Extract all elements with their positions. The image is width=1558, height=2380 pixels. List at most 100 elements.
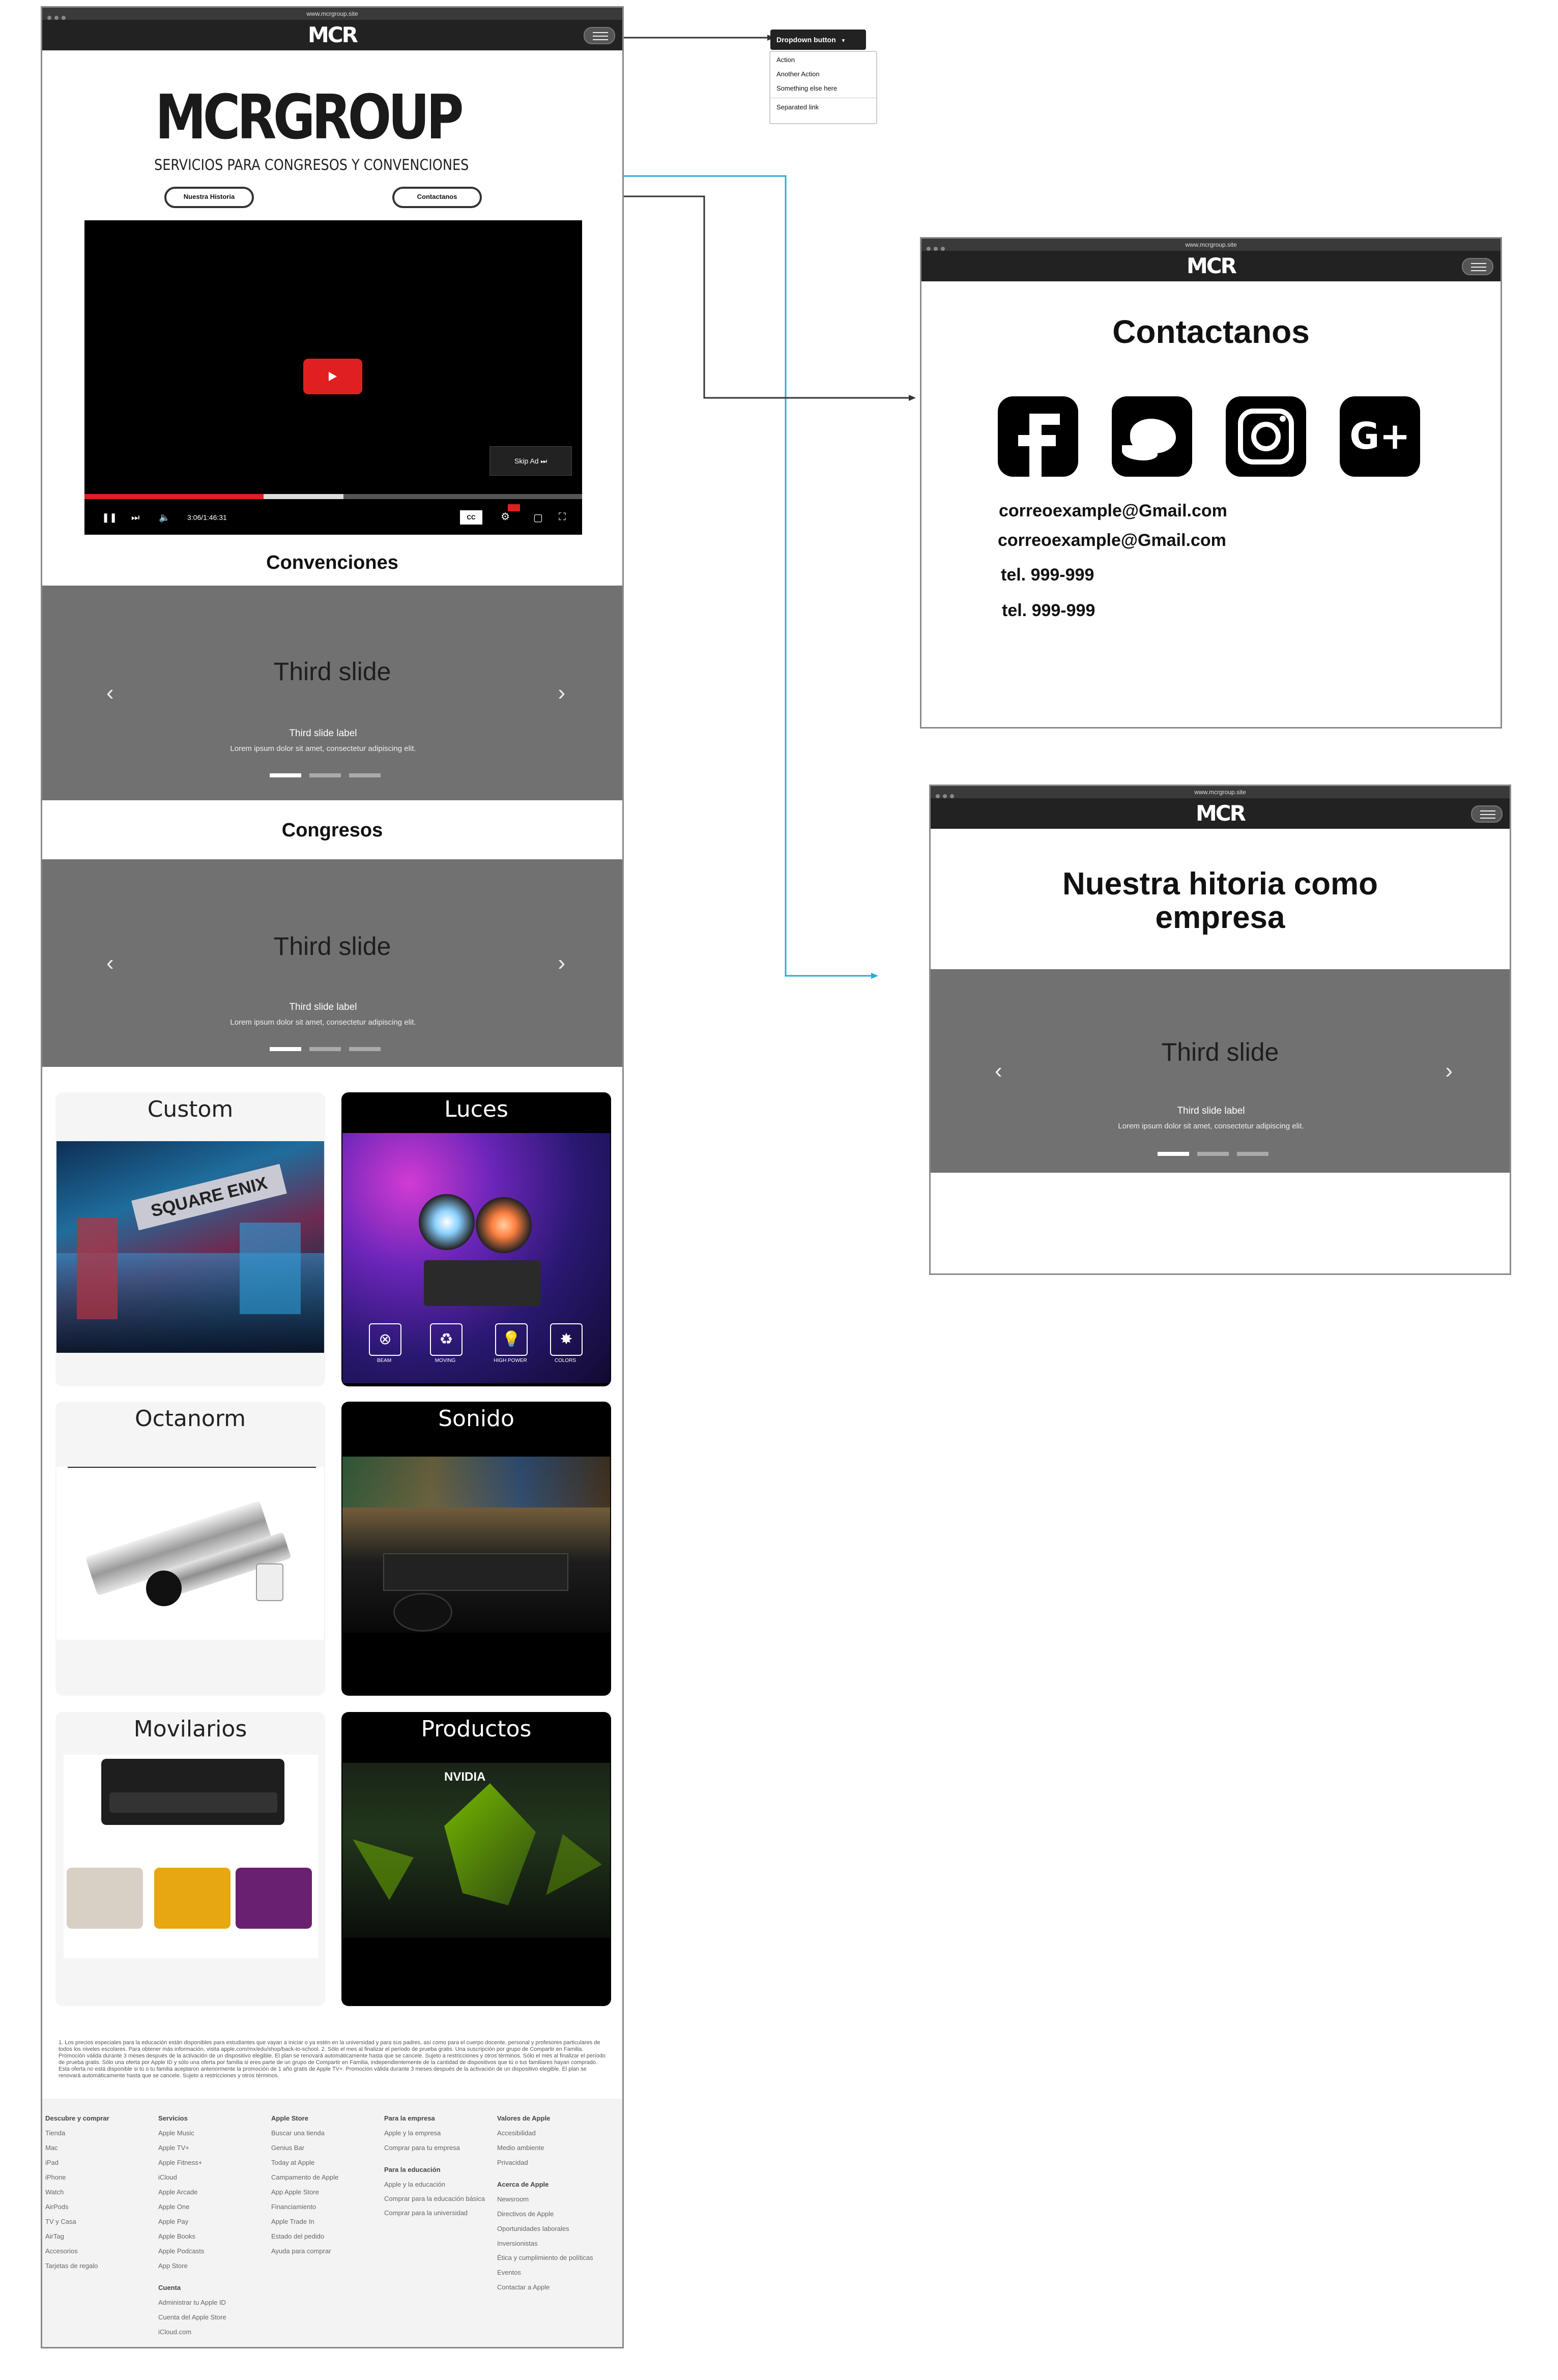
footer-link[interactable]: Comprar para la educación básica	[384, 2192, 486, 2206]
footer-link[interactable]: Apple Music	[158, 2126, 260, 2140]
footer-link[interactable]: iCloud.com	[158, 2325, 260, 2339]
indicator-2[interactable]	[1197, 1152, 1229, 1156]
footer-link[interactable]: AirTag	[45, 2229, 147, 2244]
miniplayer-icon[interactable]: ▢	[533, 511, 543, 524]
footer-link[interactable]: Contactar a Apple	[497, 2280, 599, 2295]
footer-link[interactable]: Buscar una tienda	[271, 2126, 373, 2140]
contact-phone-2[interactable]: tel. 999-999	[1002, 601, 1095, 621]
card-sonido[interactable]: Sonido	[341, 1402, 611, 1696]
dropdown-item[interactable]: Another Action	[770, 67, 876, 81]
facebook-icon[interactable]	[998, 396, 1078, 477]
contact-phone-1[interactable]: tel. 999-999	[1001, 565, 1094, 585]
video-player[interactable]: Skip Ad ⏭ ❚❚ ⏭ 🔈 3:06/1:46:31 CC ⚙ ▢ ⛶	[84, 220, 582, 535]
colors-icon: ✸	[550, 1323, 583, 1356]
card-movilarios[interactable]: Movilarios	[55, 1712, 325, 2006]
indicator-3[interactable]	[349, 1047, 381, 1051]
footer-link[interactable]: iPhone	[45, 2170, 147, 2185]
footer-link[interactable]: Apple One	[158, 2199, 260, 2214]
indicator-3[interactable]	[349, 773, 381, 777]
hd-badge	[508, 504, 520, 511]
footer-link[interactable]: Comprar para tu empresa	[384, 2140, 486, 2155]
footer-link[interactable]: Privacidad	[497, 2155, 599, 2170]
carousel-next-icon[interactable]: ›	[1445, 1058, 1453, 1084]
footer-link[interactable]: Watch	[45, 2185, 147, 2199]
indicator-2[interactable]	[309, 1047, 341, 1051]
footer-link[interactable]: Campamento de Apple	[271, 2170, 373, 2185]
footer-link[interactable]: Apple Podcasts	[158, 2244, 260, 2258]
footer-link[interactable]: iCloud	[158, 2170, 260, 2185]
navbar-logo[interactable]: MCR	[1196, 801, 1246, 826]
footer-link[interactable]: Apple Pay	[158, 2214, 260, 2229]
footer-link[interactable]: Apple Fitness+	[158, 2155, 260, 2170]
video-progress-track[interactable]	[84, 494, 582, 499]
footer-link[interactable]: Inversionistas	[497, 2236, 599, 2251]
dropdown-button[interactable]: Dropdown button ▼	[770, 30, 866, 50]
footer-link[interactable]: Administrar tu Apple ID	[158, 2295, 260, 2310]
footer-link[interactable]: Tarjetas de regalo	[45, 2258, 147, 2273]
footer-link[interactable]: Mac	[45, 2140, 147, 2155]
footer-link[interactable]: Comprar para la universidad	[384, 2206, 486, 2220]
footer-link[interactable]: Eventos	[497, 2265, 599, 2280]
footer-link[interactable]: Estado del pedido	[271, 2229, 373, 2244]
footer-link[interactable]: Ayuda para comprar	[271, 2244, 373, 2258]
hamburger-menu-button[interactable]	[1462, 258, 1493, 275]
footer-link[interactable]: iPad	[45, 2155, 147, 2170]
hamburger-menu-button[interactable]	[584, 27, 615, 44]
footer-link[interactable]: Today at Apple	[271, 2155, 373, 2170]
footer-link[interactable]: Tienda	[45, 2126, 147, 2140]
next-icon[interactable]: ⏭	[131, 512, 139, 523]
carousel-next-icon[interactable]: ›	[558, 950, 565, 976]
indicator-2[interactable]	[309, 773, 341, 777]
skip-ad-button[interactable]: Skip Ad ⏭	[489, 446, 572, 476]
footer-link[interactable]: Accesibilidad	[497, 2126, 599, 2140]
hamburger-menu-button[interactable]	[1471, 805, 1503, 823]
contact-email-1[interactable]: correoexample@Gmail.com	[999, 501, 1227, 521]
footer-link[interactable]: TV y Casa	[45, 2214, 147, 2229]
footer-link[interactable]: Accesorios	[45, 2244, 147, 2258]
indicator-1[interactable]	[270, 773, 301, 777]
volume-icon[interactable]: 🔈	[159, 512, 170, 523]
footer-link[interactable]: Apple Arcade	[158, 2185, 260, 2199]
footer-link[interactable]: Medio ambiente	[497, 2140, 599, 2155]
footer-link[interactable]: Ética y cumplimiento de políticas	[497, 2251, 599, 2265]
footer-link[interactable]: Apple Trade In	[271, 2214, 373, 2229]
navbar-logo[interactable]: MCR	[308, 23, 358, 47]
contact-email-2[interactable]: correoexample@Gmail.com	[998, 531, 1226, 550]
card-productos[interactable]: Productos NVIDIA	[341, 1712, 611, 2006]
footer-link[interactable]: Apple Books	[158, 2229, 260, 2244]
indicator-1[interactable]	[270, 1047, 301, 1051]
card-octanorm[interactable]: Octanorm	[55, 1402, 325, 1696]
settings-icon[interactable]: ⚙	[501, 510, 510, 523]
footer-link[interactable]: Financiamiento	[271, 2199, 373, 2214]
footer-heading: Cuenta	[158, 2284, 181, 2291]
footer-link[interactable]: Apple TV+	[158, 2140, 260, 2155]
twitter-icon[interactable]	[1112, 396, 1192, 477]
play-button[interactable]	[303, 359, 362, 394]
contactanos-button[interactable]: Contactanos	[392, 187, 482, 208]
card-luces[interactable]: Luces ⊗ ♻ 💡 ✸ BEAM MOVING HIGH POWER COL…	[341, 1092, 611, 1386]
footer-link[interactable]: AirPods	[45, 2199, 147, 2214]
footer-link[interactable]: App Apple Store	[271, 2185, 373, 2199]
card-custom[interactable]: Custom SQUARE ENIX	[55, 1092, 325, 1386]
indicator-3[interactable]	[1237, 1152, 1268, 1156]
nuestra-historia-button[interactable]: Nuestra Historia	[164, 187, 254, 208]
footer-link[interactable]: Newsroom	[497, 2192, 599, 2207]
pause-icon[interactable]: ❚❚	[102, 512, 117, 523]
footer-link[interactable]: Directivos de Apple	[497, 2207, 599, 2221]
google-plus-icon[interactable]: G+	[1340, 396, 1420, 477]
instagram-icon[interactable]	[1226, 396, 1306, 477]
dropdown-item[interactable]: Action	[770, 52, 876, 67]
dropdown-item-separated[interactable]: Separated link	[770, 100, 876, 114]
footer-link[interactable]: Apple y la educación	[384, 2177, 486, 2192]
footer-link[interactable]: Apple y la empresa	[384, 2126, 486, 2140]
footer-link[interactable]: Genius Bar	[271, 2140, 373, 2155]
footer-link[interactable]: App Store	[158, 2258, 260, 2273]
footer-link[interactable]: Oportunidades laborales	[497, 2221, 599, 2236]
fullscreen-icon[interactable]: ⛶	[559, 511, 566, 523]
cc-button[interactable]: CC	[460, 510, 482, 525]
indicator-1[interactable]	[1158, 1152, 1189, 1156]
navbar-logo[interactable]: MCR	[1187, 254, 1237, 278]
footer-link[interactable]: Cuenta del Apple Store	[158, 2310, 260, 2325]
carousel-next-icon[interactable]: ›	[558, 680, 565, 706]
dropdown-item[interactable]: Something else here	[770, 81, 876, 96]
